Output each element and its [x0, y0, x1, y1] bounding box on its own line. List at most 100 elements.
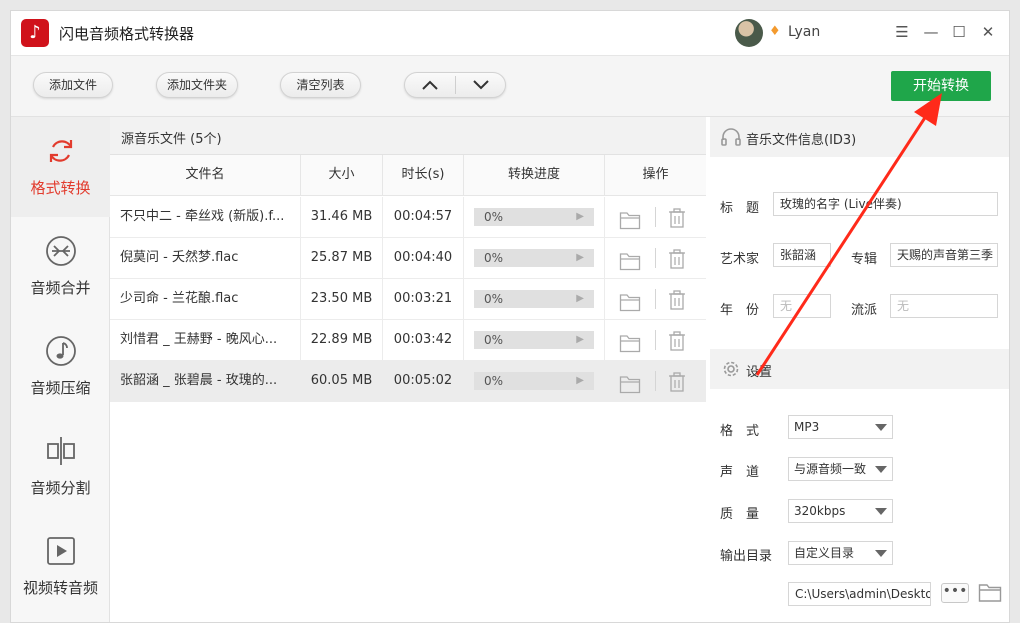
- open-folder-icon[interactable]: [619, 371, 641, 394]
- move-down-button[interactable]: [456, 73, 506, 97]
- clear-list-button[interactable]: 清空列表: [280, 72, 361, 98]
- chevron-up-icon: [422, 80, 438, 90]
- file-name-cell: 倪莫问 - 夭然梦.flac: [110, 238, 301, 278]
- caret-down-icon: [875, 424, 887, 431]
- sidebar: 格式转换 音频合并 音频压缩 音频分割 视频转音频: [11, 117, 110, 622]
- maximize-button[interactable]: ☐: [948, 21, 970, 43]
- progress-cell: 0% ▶: [464, 197, 605, 237]
- file-name-cell: 张韶涵 _ 张碧晨 - 玫瑰的...: [110, 361, 301, 401]
- file-duration-cell: 00:04:57: [383, 197, 464, 237]
- channel-select[interactable]: 与源音频一致: [788, 457, 893, 481]
- format-select-value: MP3: [794, 420, 820, 434]
- progress-bar: 0% ▶: [474, 290, 594, 308]
- open-folder-icon[interactable]: [619, 207, 641, 230]
- delete-trash-icon[interactable]: [667, 288, 687, 310]
- channel-select-value: 与源音频一致: [794, 462, 867, 476]
- caret-down-icon: [875, 550, 887, 557]
- file-size-cell: 25.87 MB: [301, 238, 383, 278]
- open-folder-icon[interactable]: [619, 289, 641, 312]
- output-path-field[interactable]: C:\Users\admin\Desktop: [788, 582, 931, 606]
- progress-text: 0%: [484, 251, 504, 265]
- progress-bar: 0% ▶: [474, 372, 594, 390]
- file-name-cell: 少司命 - 兰花酿.flac: [110, 279, 301, 319]
- genre-field[interactable]: 无: [890, 294, 998, 318]
- progress-bar: 0% ▶: [474, 331, 594, 349]
- actions-cell: [605, 197, 706, 237]
- quality-label: 质 量: [720, 507, 760, 522]
- sidebar-item-label: 视频转音频: [22, 579, 98, 597]
- actions-cell: [605, 279, 706, 319]
- progress-text: 0%: [484, 374, 504, 388]
- sidebar-item-label: 音频分割: [30, 479, 91, 497]
- headphones-icon: [721, 128, 741, 146]
- delete-trash-icon[interactable]: [667, 206, 687, 228]
- progress-cell: 0% ▶: [464, 279, 605, 319]
- progress-text: 0%: [484, 292, 504, 306]
- play-triangle-icon: ▶: [576, 293, 584, 304]
- action-divider: [655, 207, 656, 227]
- settings-section-header: 设置: [710, 349, 1009, 389]
- table-row[interactable]: 刘惜君 _ 王赫野 - 晚风心... 22.89 MB 00:03:42 0% ▶: [110, 320, 706, 361]
- minimize-button[interactable]: —: [920, 21, 942, 43]
- open-folder-icon[interactable]: [619, 330, 641, 353]
- progress-cell: 0% ▶: [464, 238, 605, 278]
- sidebar-item-audio-split[interactable]: 音频分割: [11, 417, 110, 517]
- add-folder-button[interactable]: 添加文件夹: [156, 72, 238, 98]
- add-file-button[interactable]: 添加文件: [33, 72, 113, 98]
- table-row[interactable]: 倪莫问 - 夭然梦.flac 25.87 MB 00:04:40 0% ▶: [110, 238, 706, 279]
- actions-cell: [605, 320, 706, 360]
- file-list-panel: 源音乐文件 (5个) 文件名 大小 时长(s) 转换进度 操作 不只中二 - 牵…: [110, 117, 706, 622]
- delete-trash-icon[interactable]: [667, 247, 687, 269]
- table-row[interactable]: 少司命 - 兰花酿.flac 23.50 MB 00:03:21 0% ▶: [110, 279, 706, 320]
- quality-select[interactable]: 320kbps: [788, 499, 893, 523]
- column-header-size: 大小: [301, 155, 383, 196]
- table-row[interactable]: 不只中二 - 牵丝戏 (新版).f... 31.46 MB 00:04:57 0% ▶: [110, 197, 706, 238]
- action-divider: [655, 371, 656, 391]
- artist-field[interactable]: 张韶涵: [773, 243, 831, 267]
- sidebar-item-audio-merge[interactable]: 音频合并: [11, 217, 110, 317]
- sidebar-item-video-to-audio[interactable]: 视频转音频: [11, 517, 110, 617]
- open-folder-icon[interactable]: [978, 581, 1002, 603]
- file-size-cell: 60.05 MB: [301, 361, 383, 401]
- sidebar-item-audio-compress[interactable]: 音频压缩: [11, 317, 110, 417]
- title-label: 标 题: [720, 201, 760, 216]
- vip-diamond-icon: ♦: [769, 24, 781, 39]
- output-dir-select-value: 自定义目录: [794, 546, 855, 560]
- actions-cell: [605, 361, 706, 401]
- progress-bar: 0% ▶: [474, 208, 594, 226]
- play-triangle-icon: ▶: [576, 211, 584, 222]
- album-field[interactable]: 天赐的声音第三季: [890, 243, 998, 267]
- title-field[interactable]: 玫瑰的名字 (Live伴奏): [773, 192, 998, 216]
- action-divider: [655, 248, 656, 268]
- format-select[interactable]: MP3: [788, 415, 893, 439]
- column-header-duration: 时长(s): [383, 155, 464, 196]
- title-bar: ♪ 闪电音频格式转换器 ♦ Lyan ☰ — ☐ ✕: [11, 11, 1009, 55]
- progress-text: 0%: [484, 210, 504, 224]
- browse-more-button[interactable]: •••: [941, 583, 969, 603]
- column-header-name: 文件名: [110, 155, 301, 196]
- move-buttons-group: [404, 72, 506, 98]
- open-folder-icon[interactable]: [619, 248, 641, 271]
- toolbar: 添加文件 添加文件夹 清空列表 开始转换: [11, 55, 1009, 117]
- gear-icon: [723, 361, 739, 377]
- music-note-icon: [46, 336, 76, 366]
- avatar[interactable]: [735, 19, 763, 47]
- close-button[interactable]: ✕: [977, 21, 999, 43]
- start-convert-button[interactable]: 开始转换: [891, 71, 991, 101]
- delete-trash-icon[interactable]: [667, 329, 687, 351]
- year-field[interactable]: 无: [773, 294, 831, 318]
- progress-bar: 0% ▶: [474, 249, 594, 267]
- progress-cell: 0% ▶: [464, 320, 605, 360]
- quality-select-value: 320kbps: [794, 504, 846, 518]
- user-name[interactable]: Lyan: [788, 24, 820, 40]
- table-row[interactable]: 张韶涵 _ 张碧晨 - 玫瑰的... 60.05 MB 00:05:02 0% ▶: [110, 361, 706, 402]
- delete-trash-icon[interactable]: [667, 370, 687, 392]
- caret-down-icon: [875, 508, 887, 515]
- move-up-button[interactable]: [405, 73, 455, 97]
- output-dir-select[interactable]: 自定义目录: [788, 541, 893, 565]
- actions-cell: [605, 238, 706, 278]
- sidebar-item-label: 格式转换: [30, 179, 91, 197]
- menu-button[interactable]: ☰: [891, 21, 913, 43]
- sidebar-item-format-convert[interactable]: 格式转换: [11, 117, 110, 217]
- action-divider: [655, 289, 656, 309]
